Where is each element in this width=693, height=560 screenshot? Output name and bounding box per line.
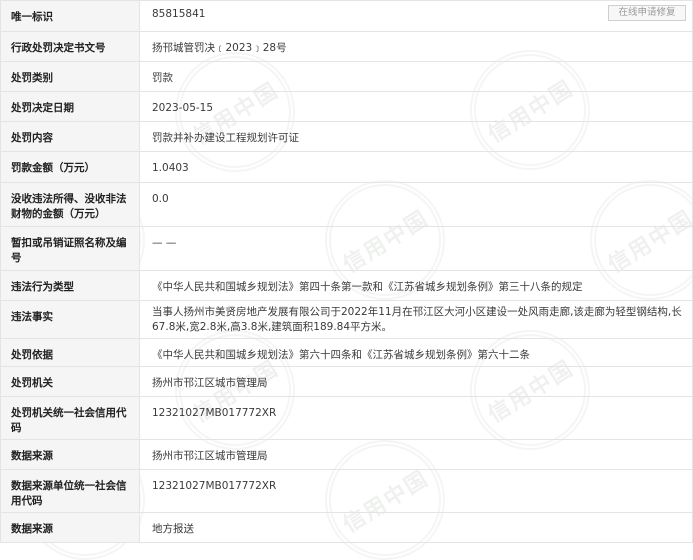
field-value: 2023-05-15 <box>139 91 693 122</box>
field-value: 扬州市邗江区城市管理局 <box>139 366 693 397</box>
table-row: 处罚机关统一社会信用代码 12321027MB017772XR <box>0 396 693 440</box>
field-label: 违法行为类型 <box>0 270 140 301</box>
table-row: 暂扣或吊销证照名称及编号 — — <box>0 226 693 271</box>
table-row: 数据来源单位统一社会信用代码 12321027MB017772XR <box>0 469 693 513</box>
apply-repair-button[interactable]: 在线申请修复 <box>608 5 686 21</box>
table-row: 罚款金额（万元） 1.0403 <box>0 151 693 183</box>
field-value: 扬州市邗江区城市管理局 <box>139 439 693 470</box>
field-label: 唯一标识 <box>0 0 140 32</box>
field-label: 处罚机关 <box>0 366 140 397</box>
field-value: 1.0403 <box>139 151 693 183</box>
field-value: 罚款 <box>139 61 693 92</box>
table-row: 处罚决定日期 2023-05-15 <box>0 91 693 122</box>
table-row: 处罚内容 罚款并补办建设工程规划许可证 <box>0 121 693 152</box>
table-row: 数据来源 扬州市邗江区城市管理局 <box>0 439 693 470</box>
field-value: 当事人扬州市美贤房地产发展有限公司于2022年11月在邗江区大河小区建设一处风雨… <box>139 300 693 339</box>
table-row: 行政处罚决定书文号 扬邗城管罚决﹝2023﹞28号 <box>0 31 693 62</box>
field-value: 地方报送 <box>139 512 693 543</box>
table-row: 没收违法所得、没收非法财物的金额（万元） 0.0 <box>0 182 693 227</box>
field-label: 处罚依据 <box>0 338 140 367</box>
field-label: 没收违法所得、没收非法财物的金额（万元） <box>0 182 140 227</box>
table-row: 处罚机关 扬州市邗江区城市管理局 <box>0 366 693 397</box>
field-value: 85815841 在线申请修复 <box>139 0 693 32</box>
field-label: 数据来源 <box>0 512 140 543</box>
field-value: 0.0 <box>139 182 693 227</box>
field-label: 处罚机关统一社会信用代码 <box>0 396 140 440</box>
field-value: 12321027MB017772XR <box>139 396 693 440</box>
field-label: 处罚类别 <box>0 61 140 92</box>
field-value: 扬邗城管罚决﹝2023﹞28号 <box>139 31 693 62</box>
table-row: 唯一标识 85815841 在线申请修复 <box>0 0 693 32</box>
field-label: 罚款金额（万元） <box>0 151 140 183</box>
field-label: 数据来源 <box>0 439 140 470</box>
table-row: 数据来源 地方报送 <box>0 512 693 543</box>
unique-id-value: 85815841 <box>152 8 206 20</box>
field-value: 12321027MB017772XR <box>139 469 693 513</box>
table-row: 处罚依据 《中华人民共和国城乡规划法》第六十四条和《江苏省城乡规划条例》第六十二… <box>0 338 693 367</box>
field-label: 处罚内容 <box>0 121 140 152</box>
field-value: 《中华人民共和国城乡规划法》第四十条第一款和《江苏省城乡规划条例》第三十八条的规… <box>139 270 693 301</box>
field-value: 罚款并补办建设工程规划许可证 <box>139 121 693 152</box>
field-value: 《中华人民共和国城乡规划法》第六十四条和《江苏省城乡规划条例》第六十二条 <box>139 338 693 367</box>
table-row: 违法事实 当事人扬州市美贤房地产发展有限公司于2022年11月在邗江区大河小区建… <box>0 300 693 339</box>
field-label: 行政处罚决定书文号 <box>0 31 140 62</box>
field-label: 处罚决定日期 <box>0 91 140 122</box>
table-row: 违法行为类型 《中华人民共和国城乡规划法》第四十条第一款和《江苏省城乡规划条例》… <box>0 270 693 301</box>
field-label: 暂扣或吊销证照名称及编号 <box>0 226 140 271</box>
field-label: 数据来源单位统一社会信用代码 <box>0 469 140 513</box>
field-label: 违法事实 <box>0 300 140 339</box>
penalty-info-table: 唯一标识 85815841 在线申请修复 行政处罚决定书文号 扬邗城管罚决﹝20… <box>0 0 693 543</box>
field-value: — — <box>139 226 693 271</box>
table-row: 处罚类别 罚款 <box>0 61 693 92</box>
